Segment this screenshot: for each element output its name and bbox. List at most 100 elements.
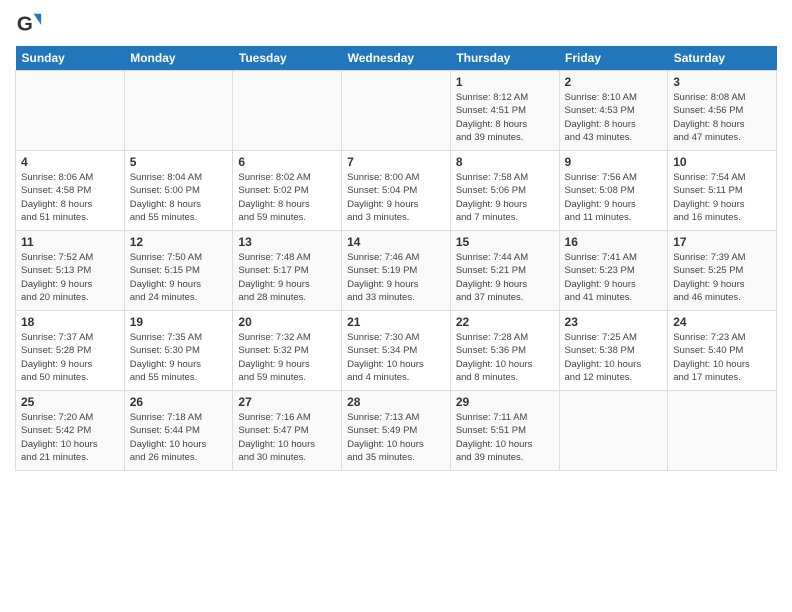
calendar-week-row: 18 Sunrise: 7:37 AM Sunset: 5:28 PM Dayli… (16, 311, 777, 391)
day-number: 28 (347, 395, 445, 409)
day-number: 16 (565, 235, 663, 249)
day-info: Sunrise: 7:23 AM Sunset: 5:40 PM Dayligh… (673, 331, 771, 384)
calendar-cell: 21 Sunrise: 7:30 AM Sunset: 5:34 PM Dayli… (342, 311, 451, 391)
logo-icon: G (15, 10, 43, 38)
day-number: 26 (130, 395, 228, 409)
day-number: 19 (130, 315, 228, 329)
day-number: 10 (673, 155, 771, 169)
calendar-cell: 15 Sunrise: 7:44 AM Sunset: 5:21 PM Dayli… (450, 231, 559, 311)
calendar-cell: 2 Sunrise: 8:10 AM Sunset: 4:53 PM Daylig… (559, 71, 668, 151)
day-number: 6 (238, 155, 336, 169)
day-info: Sunrise: 7:58 AM Sunset: 5:06 PM Dayligh… (456, 171, 554, 224)
header-day: Monday (124, 46, 233, 71)
calendar-week-row: 4 Sunrise: 8:06 AM Sunset: 4:58 PM Daylig… (16, 151, 777, 231)
calendar-cell: 4 Sunrise: 8:06 AM Sunset: 4:58 PM Daylig… (16, 151, 125, 231)
day-number: 2 (565, 75, 663, 89)
day-info: Sunrise: 7:20 AM Sunset: 5:42 PM Dayligh… (21, 411, 119, 464)
day-number: 11 (21, 235, 119, 249)
day-info: Sunrise: 7:25 AM Sunset: 5:38 PM Dayligh… (565, 331, 663, 384)
day-number: 9 (565, 155, 663, 169)
day-info: Sunrise: 8:12 AM Sunset: 4:51 PM Dayligh… (456, 91, 554, 144)
calendar-week-row: 11 Sunrise: 7:52 AM Sunset: 5:13 PM Dayli… (16, 231, 777, 311)
day-number: 14 (347, 235, 445, 249)
day-info: Sunrise: 7:41 AM Sunset: 5:23 PM Dayligh… (565, 251, 663, 304)
calendar-cell: 7Sunrise: 8:00 AM Sunset: 5:04 PM Daylig… (342, 151, 451, 231)
calendar-cell: 19 Sunrise: 7:35 AM Sunset: 5:30 PM Dayli… (124, 311, 233, 391)
calendar-week-row: 25 Sunrise: 7:20 AM Sunset: 5:42 PM Dayli… (16, 391, 777, 471)
calendar-cell: 20 Sunrise: 7:32 AM Sunset: 5:32 PM Dayli… (233, 311, 342, 391)
calendar-cell (233, 71, 342, 151)
header-day: Tuesday (233, 46, 342, 71)
calendar-cell: 5 Sunrise: 8:04 AM Sunset: 5:00 PM Daylig… (124, 151, 233, 231)
calendar-cell: 22Sunrise: 7:28 AM Sunset: 5:36 PM Dayli… (450, 311, 559, 391)
day-number: 18 (21, 315, 119, 329)
calendar-cell: 1 Sunrise: 8:12 AM Sunset: 4:51 PM Daylig… (450, 71, 559, 151)
day-info: Sunrise: 7:54 AM Sunset: 5:11 PM Dayligh… (673, 171, 771, 224)
day-info: Sunrise: 8:04 AM Sunset: 5:00 PM Dayligh… (130, 171, 228, 224)
header-day: Thursday (450, 46, 559, 71)
calendar-header: SundayMondayTuesdayWednesdayThursdayFrid… (16, 46, 777, 71)
calendar-cell: 29 Sunrise: 7:11 AM Sunset: 5:51 PM Dayli… (450, 391, 559, 471)
calendar-cell: 12 Sunrise: 7:50 AM Sunset: 5:15 PM Dayli… (124, 231, 233, 311)
day-info: Sunrise: 7:48 AM Sunset: 5:17 PM Dayligh… (238, 251, 336, 304)
page-header: G (15, 10, 777, 38)
day-number: 29 (456, 395, 554, 409)
calendar-cell: 28 Sunrise: 7:13 AM Sunset: 5:49 PM Dayli… (342, 391, 451, 471)
calendar-cell (559, 391, 668, 471)
calendar-cell: 11 Sunrise: 7:52 AM Sunset: 5:13 PM Dayli… (16, 231, 125, 311)
day-info: Sunrise: 7:18 AM Sunset: 5:44 PM Dayligh… (130, 411, 228, 464)
day-number: 1 (456, 75, 554, 89)
day-number: 27 (238, 395, 336, 409)
day-number: 15 (456, 235, 554, 249)
calendar-cell (124, 71, 233, 151)
header-day: Saturday (668, 46, 777, 71)
day-number: 12 (130, 235, 228, 249)
calendar-cell: 25 Sunrise: 7:20 AM Sunset: 5:42 PM Dayli… (16, 391, 125, 471)
day-info: Sunrise: 7:52 AM Sunset: 5:13 PM Dayligh… (21, 251, 119, 304)
day-number: 3 (673, 75, 771, 89)
day-number: 21 (347, 315, 445, 329)
calendar-cell (668, 391, 777, 471)
calendar-cell: 17 Sunrise: 7:39 AM Sunset: 5:25 PM Dayli… (668, 231, 777, 311)
day-number: 17 (673, 235, 771, 249)
day-info: Sunrise: 7:28 AM Sunset: 5:36 PM Dayligh… (456, 331, 554, 384)
calendar-cell: 26 Sunrise: 7:18 AM Sunset: 5:44 PM Dayli… (124, 391, 233, 471)
day-info: Sunrise: 7:39 AM Sunset: 5:25 PM Dayligh… (673, 251, 771, 304)
day-number: 25 (21, 395, 119, 409)
day-info: Sunrise: 7:11 AM Sunset: 5:51 PM Dayligh… (456, 411, 554, 464)
day-number: 8 (456, 155, 554, 169)
calendar-cell: 6Sunrise: 8:02 AM Sunset: 5:02 PM Daylig… (233, 151, 342, 231)
calendar-cell: 24Sunrise: 7:23 AM Sunset: 5:40 PM Dayli… (668, 311, 777, 391)
day-info: Sunrise: 8:06 AM Sunset: 4:58 PM Dayligh… (21, 171, 119, 224)
calendar-cell: 27 Sunrise: 7:16 AM Sunset: 5:47 PM Dayli… (233, 391, 342, 471)
day-info: Sunrise: 7:37 AM Sunset: 5:28 PM Dayligh… (21, 331, 119, 384)
calendar-cell: 16 Sunrise: 7:41 AM Sunset: 5:23 PM Dayli… (559, 231, 668, 311)
header-row: SundayMondayTuesdayWednesdayThursdayFrid… (16, 46, 777, 71)
calendar-table: SundayMondayTuesdayWednesdayThursdayFrid… (15, 46, 777, 471)
calendar-cell: 14 Sunrise: 7:46 AM Sunset: 5:19 PM Dayli… (342, 231, 451, 311)
calendar-week-row: 1 Sunrise: 8:12 AM Sunset: 4:51 PM Daylig… (16, 71, 777, 151)
calendar-cell: 10 Sunrise: 7:54 AM Sunset: 5:11 PM Dayli… (668, 151, 777, 231)
day-info: Sunrise: 7:35 AM Sunset: 5:30 PM Dayligh… (130, 331, 228, 384)
day-number: 4 (21, 155, 119, 169)
logo: G (15, 10, 47, 38)
day-info: Sunrise: 7:13 AM Sunset: 5:49 PM Dayligh… (347, 411, 445, 464)
day-number: 20 (238, 315, 336, 329)
day-info: Sunrise: 8:08 AM Sunset: 4:56 PM Dayligh… (673, 91, 771, 144)
day-info: Sunrise: 7:32 AM Sunset: 5:32 PM Dayligh… (238, 331, 336, 384)
day-info: Sunrise: 7:56 AM Sunset: 5:08 PM Dayligh… (565, 171, 663, 224)
day-info: Sunrise: 7:44 AM Sunset: 5:21 PM Dayligh… (456, 251, 554, 304)
header-day: Sunday (16, 46, 125, 71)
calendar-body: 1 Sunrise: 8:12 AM Sunset: 4:51 PM Daylig… (16, 71, 777, 471)
calendar-cell: 23 Sunrise: 7:25 AM Sunset: 5:38 PM Dayli… (559, 311, 668, 391)
header-day: Wednesday (342, 46, 451, 71)
day-info: Sunrise: 7:16 AM Sunset: 5:47 PM Dayligh… (238, 411, 336, 464)
day-info: Sunrise: 8:00 AM Sunset: 5:04 PM Dayligh… (347, 171, 445, 224)
day-info: Sunrise: 7:46 AM Sunset: 5:19 PM Dayligh… (347, 251, 445, 304)
day-info: Sunrise: 7:30 AM Sunset: 5:34 PM Dayligh… (347, 331, 445, 384)
day-number: 23 (565, 315, 663, 329)
calendar-cell: 18 Sunrise: 7:37 AM Sunset: 5:28 PM Dayli… (16, 311, 125, 391)
day-number: 5 (130, 155, 228, 169)
day-info: Sunrise: 7:50 AM Sunset: 5:15 PM Dayligh… (130, 251, 228, 304)
day-info: Sunrise: 8:10 AM Sunset: 4:53 PM Dayligh… (565, 91, 663, 144)
